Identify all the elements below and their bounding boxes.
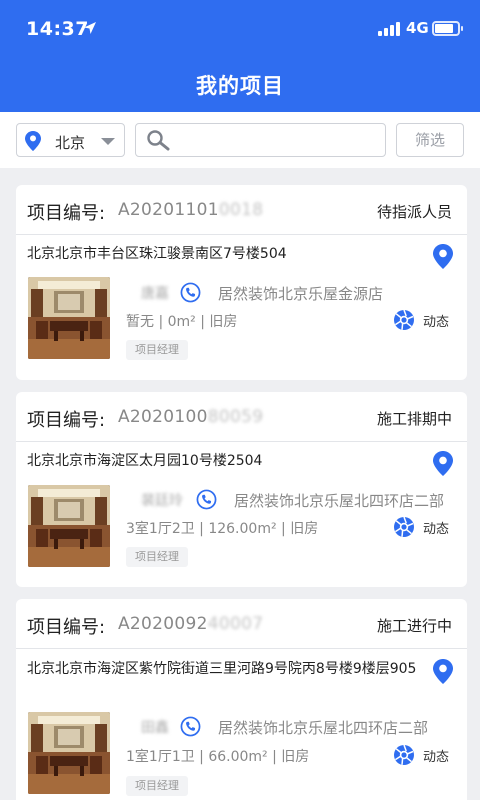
store-name: 居然装饰北京乐屋北四环店二部 xyxy=(234,492,445,510)
filter-bar: 北京 筛选 xyxy=(0,112,480,168)
map-pin-icon[interactable] xyxy=(433,451,453,476)
project-number: A202011010018 xyxy=(118,200,263,220)
project-number-redacted: 80059 xyxy=(207,407,264,427)
project-number-redacted: 40007 xyxy=(207,614,264,634)
project-number-redacted: 0018 xyxy=(218,200,264,220)
project-card[interactable]: 项目编号: A202009240007 施工进行中 北京北京市海淀区紫竹院街道三… xyxy=(16,599,467,800)
search-input[interactable] xyxy=(178,128,378,152)
project-card[interactable]: 项目编号: A202010080059 施工排期中 北京北京市海淀区太月园10号… xyxy=(16,392,467,587)
room-photo xyxy=(28,277,110,359)
dynamic-label: 动态 xyxy=(423,315,450,330)
phone-icon[interactable] xyxy=(180,716,201,737)
project-specs: 3室1厅2卫 | 126.00m² | 旧房 xyxy=(126,521,319,537)
role-tag: 项目经理 xyxy=(126,547,188,567)
project-card[interactable]: 项目编号: A202011010018 待指派人员 北京北京市丰台区珠江骏景南区… xyxy=(16,185,467,380)
status-time: 14:37 xyxy=(26,18,89,40)
dynamic-button[interactable]: 动态 xyxy=(393,744,453,766)
manager-name: 裴廷玲 xyxy=(141,493,183,509)
network-type: 4G xyxy=(406,19,429,37)
search-icon xyxy=(147,130,170,151)
project-address: 北京北京市丰台区珠江骏景南区7号楼504 xyxy=(27,246,287,262)
project-status: 待指派人员 xyxy=(376,203,452,221)
battery-icon xyxy=(432,21,463,36)
phone-icon[interactable] xyxy=(196,489,217,510)
status-bar: 14:37 4G xyxy=(0,0,480,60)
project-number-label: 项目编号: xyxy=(27,410,106,431)
project-address: 北京北京市海淀区紫竹院街道三里河路9号院丙8号楼9楼层905 xyxy=(27,661,417,677)
signal-icon xyxy=(378,22,402,36)
project-specs: 暂无 | 0m² | 旧房 xyxy=(126,314,238,330)
search-box[interactable] xyxy=(135,123,386,157)
project-card-header: 项目编号: A202010080059 施工排期中 xyxy=(16,392,467,442)
project-status: 施工排期中 xyxy=(376,410,452,428)
project-card-header: 项目编号: A202009240007 施工进行中 xyxy=(16,599,467,649)
shutter-icon xyxy=(394,744,414,765)
dynamic-button[interactable]: 动态 xyxy=(393,309,453,331)
project-thumbnail xyxy=(28,712,110,794)
project-number-label: 项目编号: xyxy=(27,617,106,638)
project-number: A202010080059 xyxy=(118,407,263,427)
app-header: 14:37 4G 我的项目 xyxy=(0,0,480,112)
project-thumbnail xyxy=(28,277,110,359)
dynamic-label: 动态 xyxy=(423,750,450,765)
manager-name: 田鑫 xyxy=(141,720,169,736)
project-status: 施工进行中 xyxy=(376,617,452,635)
role-tag: 项目经理 xyxy=(126,340,188,360)
project-number-visible: A2020100 xyxy=(118,407,208,427)
project-number-visible: A2020092 xyxy=(118,614,208,634)
store-name: 居然装饰北京乐屋北四环店二部 xyxy=(218,719,429,737)
filter-button[interactable]: 筛选 xyxy=(396,123,464,157)
role-tag: 项目经理 xyxy=(126,776,188,796)
project-card-header: 项目编号: A202011010018 待指派人员 xyxy=(16,185,467,235)
project-specs: 1室1厅1卫 | 66.00m² | 旧房 xyxy=(126,749,310,765)
phone-icon[interactable] xyxy=(180,282,201,303)
location-arrow-icon xyxy=(84,22,96,34)
project-number: A202009240007 xyxy=(118,614,263,634)
chevron-down-icon xyxy=(101,138,115,145)
page-title: 我的项目 xyxy=(196,74,284,98)
map-pin-icon[interactable] xyxy=(433,659,453,684)
dynamic-button[interactable]: 动态 xyxy=(393,516,453,538)
city-select[interactable]: 北京 xyxy=(16,123,125,157)
battery-level xyxy=(435,24,453,33)
location-pin-icon xyxy=(25,131,41,151)
room-photo xyxy=(28,712,110,794)
project-address: 北京北京市海淀区太月园10号楼2504 xyxy=(27,453,263,469)
project-number-label: 项目编号: xyxy=(27,203,106,224)
city-label: 北京 xyxy=(55,134,86,152)
project-number-visible: A20201101 xyxy=(118,200,219,220)
room-photo xyxy=(28,485,110,567)
project-thumbnail xyxy=(28,485,110,567)
dynamic-label: 动态 xyxy=(423,522,450,537)
store-name: 居然装饰北京乐屋金源店 xyxy=(218,285,384,303)
map-pin-icon[interactable] xyxy=(433,244,453,269)
manager-name: 唐嘉 xyxy=(141,286,169,302)
shutter-icon xyxy=(394,516,414,537)
shutter-icon xyxy=(394,309,414,330)
